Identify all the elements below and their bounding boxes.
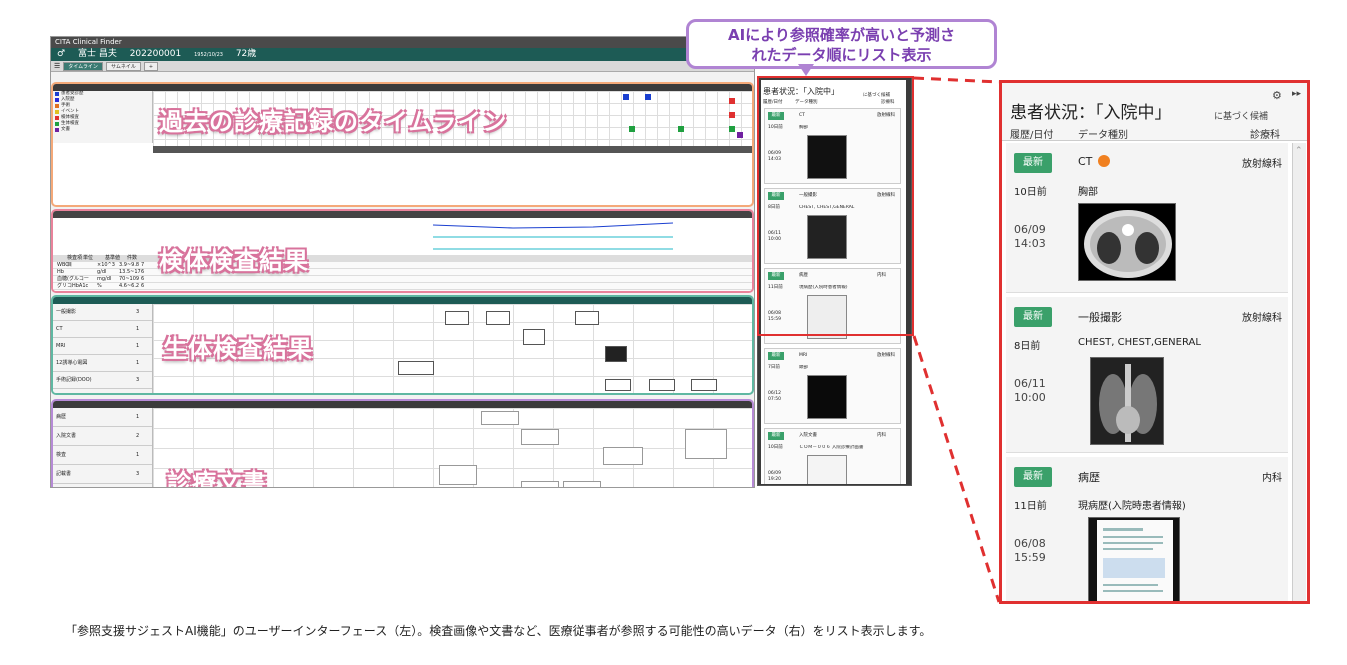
- record-thumbnail[interactable]: [1078, 203, 1176, 281]
- department: 放射線科: [1242, 313, 1282, 324]
- col-type: データ種別: [1078, 130, 1128, 141]
- zoom-header: 患者状況：「入院中」 に基づく候補 ⚙ ▸▸ 履歴/日付 データ種別 診療科: [1002, 83, 1307, 141]
- record-thumbnail[interactable]: [1088, 517, 1180, 601]
- days-ago: 11日前: [1014, 501, 1047, 512]
- record-time: 15:59: [1014, 551, 1046, 564]
- department: 放射線科: [1242, 159, 1282, 170]
- zoom-card[interactable]: 最新 病歴 内科 11日前 現病歴(入院時患者情報) 06/08 15:59: [1006, 457, 1288, 601]
- forward-icon[interactable]: ▸▸: [1292, 89, 1301, 99]
- department: 内科: [1262, 473, 1282, 484]
- latest-badge: 最新: [1014, 467, 1052, 487]
- col-date: 履歴/日付: [1010, 130, 1054, 141]
- zoom-subtitle: に基づく候補: [1214, 112, 1269, 122]
- figure-caption: 「参照支援サジェストAI機能」のユーザーインターフェース（左）。検査画像や文書な…: [65, 624, 932, 638]
- data-type: CT: [1078, 155, 1111, 168]
- record-datetime: 06/09 14:03: [1014, 223, 1046, 251]
- body-part: 現病歴(入院時患者情報): [1078, 501, 1186, 512]
- body-part: CHEST, CHEST,GENERAL: [1078, 337, 1201, 348]
- days-ago: 10日前: [1014, 187, 1047, 198]
- status-dot-icon: [1098, 155, 1111, 167]
- figure: CITA Clinical Finder ♂ 富士 昌夫 202200001 1…: [0, 0, 1347, 665]
- data-type-label: CT: [1078, 155, 1093, 168]
- record-thumbnail[interactable]: [1090, 357, 1164, 445]
- scroll-up-icon[interactable]: ⌃: [1295, 146, 1303, 156]
- zoom-card[interactable]: 最新 一般撮影 放射線科 8日前 CHEST, CHEST,GENERAL 06/11 10…: [1006, 297, 1288, 453]
- gear-icon[interactable]: ⚙: [1272, 89, 1282, 102]
- data-type: 一般撮影: [1078, 309, 1122, 325]
- col-dept: 診療科: [1250, 130, 1280, 141]
- record-date: 06/11: [1014, 377, 1046, 390]
- data-type-label: 病歴: [1078, 471, 1100, 484]
- zoom-title: 患者状況：「入院中」: [1010, 103, 1172, 123]
- latest-badge: 最新: [1014, 307, 1052, 327]
- data-type: 病歴: [1078, 469, 1100, 485]
- record-datetime: 06/08 15:59: [1014, 537, 1046, 565]
- record-time: 10:00: [1014, 391, 1046, 404]
- scrollbar[interactable]: ⌃: [1292, 143, 1306, 601]
- zoom-card-list: 最新 CT 放射線科 10日前 胸部 06/09 14:03 最新 一般撮影 放射線科 8日前 CHE…: [1006, 143, 1288, 601]
- record-time: 14:03: [1014, 237, 1046, 250]
- record-datetime: 06/11 10:00: [1014, 377, 1046, 405]
- record-date: 06/09: [1014, 223, 1046, 236]
- record-date: 06/08: [1014, 537, 1046, 550]
- zoom-card[interactable]: 最新 CT 放射線科 10日前 胸部 06/09 14:03: [1006, 143, 1288, 293]
- body-part: 胸部: [1078, 187, 1098, 198]
- latest-badge: 最新: [1014, 153, 1052, 173]
- suggest-list-zoomed: 患者状況：「入院中」 に基づく候補 ⚙ ▸▸ 履歴/日付 データ種別 診療科 最…: [999, 80, 1310, 604]
- days-ago: 8日前: [1014, 341, 1041, 352]
- data-type-label: 一般撮影: [1078, 311, 1122, 324]
